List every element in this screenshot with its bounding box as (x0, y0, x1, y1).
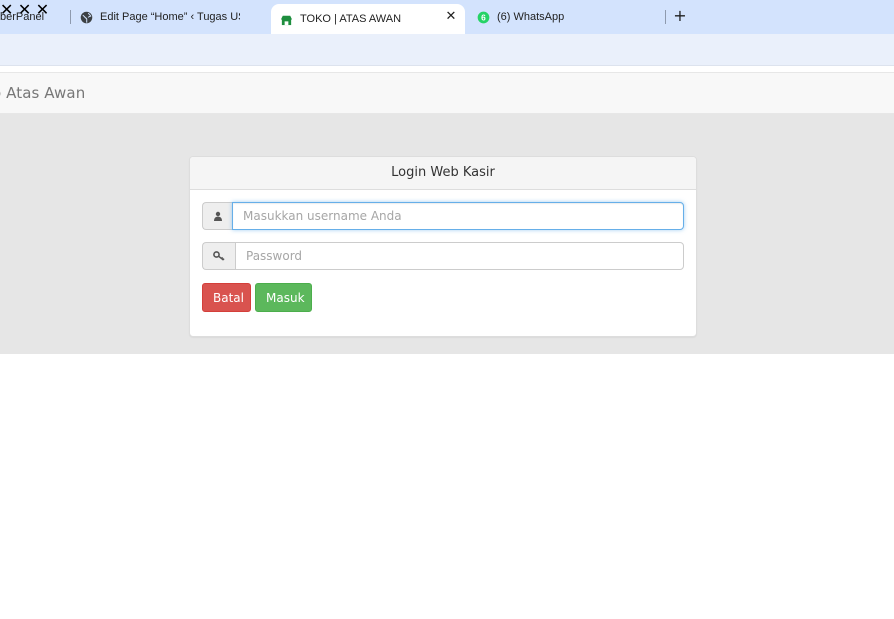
tab-whatsapp[interactable]: 6 (6) WhatsApp (477, 0, 637, 34)
svg-text:6: 6 (481, 12, 486, 22)
tab-edit-page[interactable]: Edit Page “Home” ‹ Tugas USK — (80, 0, 240, 34)
login-button[interactable]: Masuk (255, 283, 312, 312)
close-tab-icon[interactable]: ✕ (444, 10, 458, 24)
whatsapp-icon: 6 (477, 11, 490, 23)
globe-icon (80, 11, 93, 23)
username-group (202, 202, 684, 230)
tab-cyberpanel[interactable]: berPanel (0, 0, 66, 34)
tab-toko-atas-awan[interactable]: TOKO | ATAS AWAN ✕ (271, 4, 465, 34)
tab-separator (665, 10, 666, 24)
login-panel: Login Web Kasir Masukkan username Anda B… (189, 156, 697, 337)
shop-icon (280, 15, 293, 25)
key-icon (202, 242, 235, 270)
login-panel-title: Login Web Kasir (190, 157, 696, 190)
tab-title: Edit Page “Home” ‹ Tugas USK — (100, 11, 240, 23)
tab-title: berPanel (0, 11, 45, 23)
browser-toolbar (0, 34, 894, 66)
cancel-button[interactable]: Batal (202, 283, 251, 312)
browser-tab-strip: berPanel ✕ Edit Page “Home” ‹ Tugas USK … (0, 0, 894, 34)
navbar-brand[interactable]: o Atas Awan (0, 84, 85, 102)
tab-separator (70, 10, 71, 24)
tab-title: TOKO | ATAS AWAN (300, 13, 402, 25)
web-page: o Atas Awan Login Web Kasir Masukkan use… (0, 66, 894, 619)
navbar: o Atas Awan (0, 72, 894, 114)
username-input[interactable] (232, 202, 684, 230)
user-icon (202, 202, 232, 230)
password-group (202, 242, 684, 270)
new-tab-button[interactable]: + (673, 8, 687, 24)
tab-title: (6) WhatsApp (497, 11, 565, 23)
login-section: Login Web Kasir Masukkan username Anda B… (0, 114, 894, 354)
password-input[interactable] (235, 242, 684, 270)
